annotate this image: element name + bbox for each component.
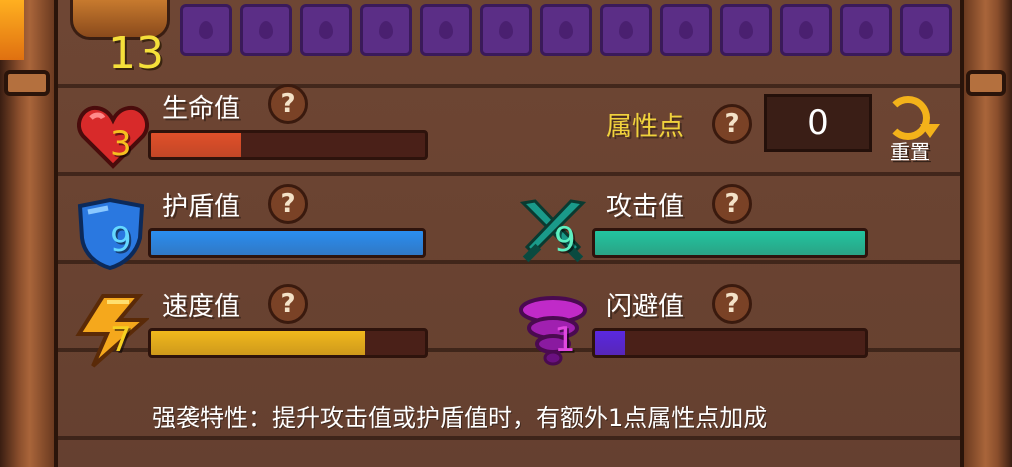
question-icon: ? <box>280 289 296 319</box>
gem-slot[interactable] <box>900 4 952 56</box>
hp-bar-fill <box>151 133 242 157</box>
purple-drop-icon <box>859 21 873 39</box>
purple-drop-icon <box>379 21 393 39</box>
purple-drop-icon <box>499 21 513 39</box>
shield-label: 护盾值 <box>162 192 241 222</box>
speed-value: 7 <box>110 320 132 360</box>
dodge-bar <box>592 328 868 358</box>
gem-slot[interactable] <box>300 4 352 56</box>
level-number: 13 <box>108 28 164 79</box>
gem-slot[interactable] <box>240 4 292 56</box>
gem-slot[interactable] <box>540 4 592 56</box>
purple-drop-icon <box>919 21 933 39</box>
hp-help-button[interactable]: ? <box>268 84 308 124</box>
gem-slot[interactable] <box>480 4 532 56</box>
speed-help-button[interactable]: ? <box>268 284 308 324</box>
speed-bar-fill <box>151 331 365 355</box>
dodge-help-button[interactable]: ? <box>712 284 752 324</box>
gem-slot[interactable] <box>180 4 232 56</box>
purple-drop-icon <box>259 21 273 39</box>
dodge-bar-fill <box>595 331 625 355</box>
trait-description: 强袭特性：提升攻击值或护盾值时，有额外1点属性点加成 <box>152 404 768 432</box>
speed-bar <box>148 328 428 358</box>
purple-drop-icon <box>439 21 453 39</box>
gem-slot[interactable] <box>420 4 472 56</box>
torch-glow <box>0 0 24 60</box>
gem-slot[interactable] <box>840 4 892 56</box>
dodge-label: 闪避值 <box>606 292 685 322</box>
attack-bar <box>592 228 868 258</box>
lightning-icon: 7 <box>72 292 150 370</box>
reset-label: 重置 <box>890 140 930 164</box>
purple-drop-icon <box>619 21 633 39</box>
shield-value: 9 <box>110 220 132 260</box>
shield-icon: 9 <box>72 194 150 272</box>
crossed-swords-icon: 9 <box>514 194 592 272</box>
left-frame <box>0 0 58 467</box>
attribute-points-label: 属性点 <box>606 112 685 142</box>
hp-label: 生命值 <box>162 94 241 124</box>
frame-cap <box>4 70 50 96</box>
question-icon: ? <box>280 89 296 119</box>
gem-slot[interactable] <box>660 4 712 56</box>
purple-drop-icon <box>559 21 573 39</box>
purple-drop-icon <box>799 21 813 39</box>
purple-drop-icon <box>319 21 333 39</box>
reset-button[interactable]: 重置 <box>880 94 950 164</box>
attack-value: 9 <box>554 220 576 260</box>
attack-bar-fill <box>595 231 865 255</box>
question-icon: ? <box>280 189 296 219</box>
gem-slot[interactable] <box>360 4 412 56</box>
attack-help-button[interactable]: ? <box>712 184 752 224</box>
question-icon: ? <box>724 189 740 219</box>
tornado-icon: 1 <box>514 292 592 370</box>
hp-value: 3 <box>110 124 132 164</box>
heart-icon: 3 <box>74 98 152 176</box>
gem-slot[interactable] <box>780 4 832 56</box>
frame-cap <box>966 70 1006 96</box>
purple-drop-icon <box>739 21 753 39</box>
attribute-points-help-button[interactable]: ? <box>712 104 752 144</box>
dodge-value: 1 <box>554 320 576 360</box>
hp-bar <box>148 130 428 160</box>
shield-bar-fill <box>151 231 423 255</box>
question-icon: ? <box>724 109 740 139</box>
question-icon: ? <box>724 289 740 319</box>
purple-drop-icon <box>199 21 213 39</box>
gem-slot[interactable] <box>600 4 652 56</box>
attack-label: 攻击值 <box>606 192 685 222</box>
gem-slot-row <box>180 4 952 56</box>
speed-label: 速度值 <box>162 292 241 322</box>
shield-help-button[interactable]: ? <box>268 184 308 224</box>
shield-bar <box>148 228 426 258</box>
gem-slot[interactable] <box>720 4 772 56</box>
attribute-points-value: 0 <box>764 94 872 152</box>
purple-drop-icon <box>679 21 693 39</box>
right-frame <box>960 0 1012 467</box>
